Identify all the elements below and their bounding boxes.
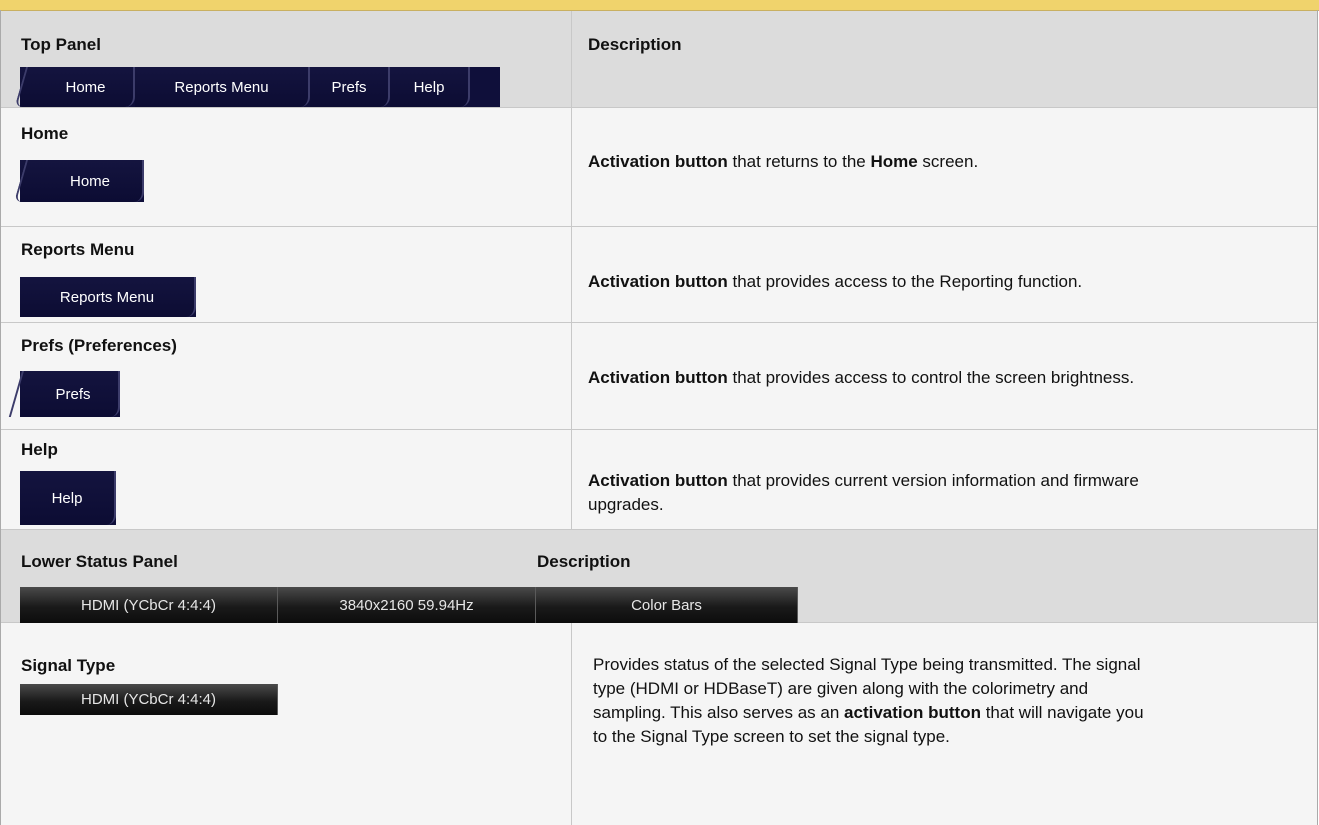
help-desc-bold: Activation button [588, 471, 728, 490]
status-pattern[interactable]: Color Bars [536, 587, 798, 623]
signal-type-row: Signal Type HDMI (YCbCr 4:4:4) Provides … [1, 623, 1317, 825]
prefs-desc-bold: Activation button [588, 368, 728, 387]
column-divider [571, 323, 572, 429]
home-button-label: Home [69, 172, 110, 190]
top-panel-title: Top Panel [21, 35, 101, 54]
tab-prefs[interactable]: Prefs [310, 67, 390, 107]
home-button-image: Home [20, 160, 144, 202]
top-panel-tab-strip: Home Reports Menu Prefs Help [20, 67, 500, 107]
column-divider [571, 430, 572, 529]
reports-desc-bold: Activation button [588, 272, 728, 291]
signal-desc-line3-end: that will navigate you [980, 703, 1144, 722]
signal-type-button[interactable]: HDMI (YCbCr 4:4:4) [20, 684, 278, 715]
tab-prefs-label: Prefs [331, 78, 367, 96]
reports-menu-description: Activation button that provides access t… [588, 270, 1082, 294]
home-desc-bold2: Home [870, 152, 918, 171]
reports-menu-title: Reports Menu [21, 240, 135, 259]
prefs-button[interactable]: Prefs [20, 371, 120, 417]
lower-status-title: Lower Status Panel [21, 552, 178, 571]
signal-desc-line3: sampling. This also serves as an activat… [593, 701, 1144, 725]
signal-desc-line3-start: sampling. This also serves as an [593, 703, 845, 722]
signal-type-title: Signal Type [21, 656, 116, 675]
help-button-image: Help [20, 471, 116, 525]
help-title: Help [21, 440, 58, 459]
signal-desc-line2: type (HDMI or HDBaseT) are given along w… [593, 679, 1089, 698]
prefs-button-image: Prefs [20, 371, 120, 417]
reports-menu-row: Reports Menu Reports Menu Activation but… [1, 227, 1317, 323]
lower-status-header-row: Lower Status Panel Description HDMI (YCb… [1, 530, 1317, 623]
lower-description-header: Description [537, 552, 631, 571]
help-button-label: Help [51, 489, 83, 507]
help-desc-line2: upgrades. [588, 495, 664, 514]
signal-type-description: Provides status of the selected Signal T… [593, 653, 1144, 749]
home-desc-end: screen. [917, 152, 979, 171]
help-row: Help Help Activation button that provide… [1, 430, 1317, 530]
prefs-row: Prefs (Preferences) Prefs Activation but… [1, 323, 1317, 430]
top-panel-header-row: Top Panel Description Home Reports Menu … [1, 11, 1317, 108]
home-button[interactable]: Home [20, 160, 144, 202]
tab-home[interactable]: Home [20, 67, 135, 107]
tab-reports-menu-label: Reports Menu [174, 78, 269, 96]
prefs-description: Activation button that provides access t… [588, 366, 1134, 390]
prefs-title: Prefs (Preferences) [21, 336, 177, 355]
home-desc-mid: that returns to the [727, 152, 871, 171]
prefs-desc-end: that provides access to control the scre… [727, 368, 1135, 387]
column-divider [571, 108, 572, 226]
column-divider [571, 227, 572, 322]
status-resolution-label: 3840x2160 59.94Hz [339, 596, 474, 614]
signal-type-button-label: HDMI (YCbCr 4:4:4) [80, 691, 217, 708]
reports-menu-button-label: Reports Menu [59, 288, 155, 306]
tab-home-label: Home [65, 78, 106, 96]
home-title: Home [21, 124, 69, 143]
tab-help[interactable]: Help [390, 67, 470, 107]
reports-menu-button[interactable]: Reports Menu [20, 277, 196, 317]
help-desc-line1-end: that provides current version informatio… [727, 471, 1139, 490]
status-bar-strip: HDMI (YCbCr 4:4:4) 3840x2160 59.94Hz Col… [20, 587, 798, 623]
description-header: Description [588, 35, 682, 54]
status-signal-type[interactable]: HDMI (YCbCr 4:4:4) [20, 587, 278, 623]
reports-desc-end: that provides access to the Reporting fu… [727, 272, 1083, 291]
signal-desc-line1: Provides status of the selected Signal T… [593, 655, 1141, 674]
tab-reports-menu[interactable]: Reports Menu [135, 67, 310, 107]
home-row: Home Home Activation button that returns… [1, 108, 1317, 227]
signal-desc-bold: activation button [844, 703, 981, 722]
home-desc-bold: Activation button [588, 152, 728, 171]
tab-help-label: Help [413, 78, 445, 96]
signal-type-button-image: HDMI (YCbCr 4:4:4) [20, 684, 278, 715]
status-pattern-label: Color Bars [631, 596, 702, 614]
help-description: Activation button that provides current … [588, 469, 1139, 517]
help-desc-line1: Activation button that provides current … [588, 469, 1139, 493]
signal-desc-line4: to the Signal Type screen to set the sig… [593, 727, 950, 746]
table-right-border [1317, 10, 1318, 825]
home-description: Activation button that returns to the Ho… [588, 150, 978, 174]
column-divider [571, 11, 572, 107]
prefs-button-label: Prefs [55, 385, 91, 403]
column-divider [571, 623, 572, 825]
status-signal-type-label: HDMI (YCbCr 4:4:4) [80, 596, 217, 614]
reports-menu-button-image: Reports Menu [20, 277, 196, 317]
status-resolution[interactable]: 3840x2160 59.94Hz [278, 587, 536, 623]
top-accent-band [0, 0, 1319, 11]
help-button[interactable]: Help [20, 471, 116, 525]
